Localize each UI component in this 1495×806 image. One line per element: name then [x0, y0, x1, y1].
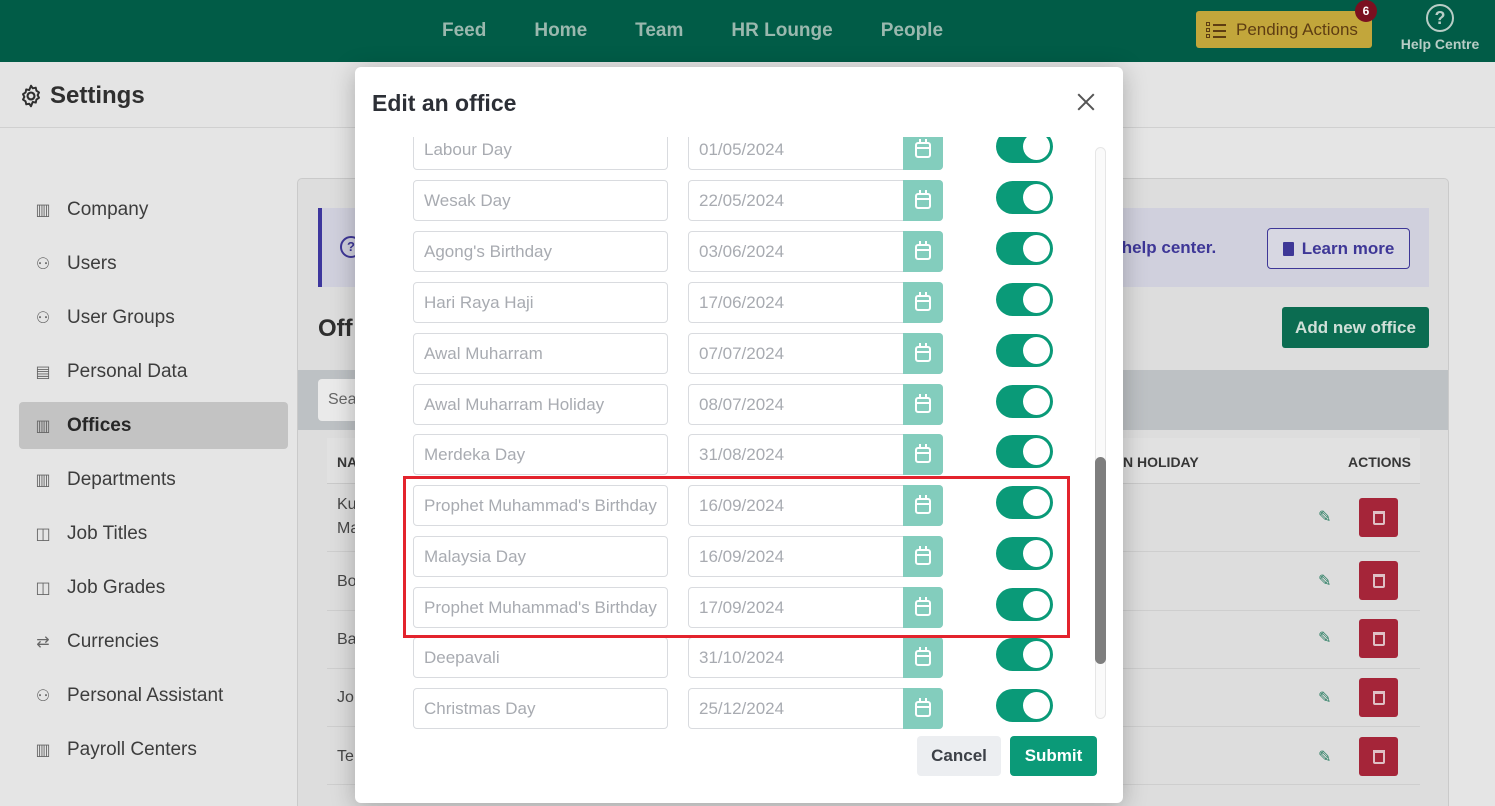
- nav-people[interactable]: People: [857, 20, 967, 42]
- edit-office-modal: Edit an office Labour Day 01/05/2024 Wes…: [355, 67, 1123, 803]
- holiday-name-input[interactable]: Awal Muharram: [413, 333, 668, 374]
- pending-actions-label: Pending Actions: [1236, 19, 1358, 39]
- calendar-icon: [915, 240, 931, 260]
- holiday-row: Wesak Day 22/05/2024: [355, 180, 1123, 221]
- holiday-toggle[interactable]: [996, 283, 1053, 316]
- holiday-name-input[interactable]: Christmas Day: [413, 688, 668, 729]
- holiday-toggle[interactable]: [996, 435, 1053, 468]
- holiday-toggle[interactable]: [996, 638, 1053, 671]
- holiday-row: Labour Day 01/05/2024: [355, 137, 1123, 170]
- holiday-row: Awal Muharram 07/07/2024: [355, 333, 1123, 374]
- holiday-row: Awal Muharram Holiday 08/07/2024: [355, 384, 1123, 425]
- date-picker-button[interactable]: [903, 434, 943, 475]
- calendar-icon: [915, 189, 931, 209]
- nav-hr-lounge[interactable]: HR Lounge: [707, 20, 856, 42]
- holiday-toggle[interactable]: [996, 181, 1053, 214]
- calendar-icon: [915, 342, 931, 362]
- date-picker-button[interactable]: [903, 333, 943, 374]
- calendar-icon: [915, 291, 931, 311]
- submit-button[interactable]: Submit: [1010, 736, 1097, 776]
- holiday-row: Agong's Birthday 03/06/2024: [355, 231, 1123, 272]
- date-picker-button[interactable]: [903, 688, 943, 729]
- calendar-icon: [915, 443, 931, 463]
- pending-actions-button[interactable]: Pending Actions: [1196, 11, 1372, 48]
- date-picker-button[interactable]: [903, 180, 943, 221]
- holiday-toggle[interactable]: [996, 137, 1053, 163]
- holiday-row: Hari Raya Haji 17/06/2024: [355, 282, 1123, 323]
- holiday-name-input[interactable]: Agong's Birthday: [413, 231, 668, 272]
- holiday-toggle[interactable]: [996, 689, 1053, 722]
- holiday-row: Merdeka Day 31/08/2024: [355, 434, 1123, 475]
- holiday-row: Deepavali 31/10/2024: [355, 637, 1123, 678]
- help-icon: ?: [1426, 4, 1454, 32]
- holiday-name-input[interactable]: Wesak Day: [413, 180, 668, 221]
- holiday-toggle[interactable]: [996, 385, 1053, 418]
- calendar-icon: [915, 138, 931, 158]
- help-centre-label: Help Centre: [1400, 36, 1480, 52]
- holiday-name-input[interactable]: Deepavali: [413, 637, 668, 678]
- highlight-annotation-box: [403, 476, 1070, 638]
- calendar-icon: [915, 697, 931, 717]
- holiday-row: Christmas Day 25/12/2024: [355, 688, 1123, 729]
- calendar-icon: [915, 646, 931, 666]
- nav-feed[interactable]: Feed: [418, 20, 510, 42]
- pending-count-badge: 6: [1355, 0, 1377, 22]
- help-centre-button[interactable]: ? Help Centre: [1398, 4, 1482, 52]
- date-picker-button[interactable]: [903, 637, 943, 678]
- main-nav: Feed Home Team HR Lounge People: [418, 0, 967, 62]
- holiday-toggle[interactable]: [996, 334, 1053, 367]
- nav-home[interactable]: Home: [510, 20, 611, 42]
- date-picker-button[interactable]: [903, 231, 943, 272]
- holiday-name-input[interactable]: Awal Muharram Holiday: [413, 384, 668, 425]
- holiday-name-input[interactable]: Labour Day: [413, 137, 668, 170]
- calendar-icon: [915, 393, 931, 413]
- cancel-button[interactable]: Cancel: [917, 736, 1001, 776]
- checklist-icon: [1206, 21, 1226, 38]
- date-picker-button[interactable]: [903, 282, 943, 323]
- holiday-name-input[interactable]: Hari Raya Haji: [413, 282, 668, 323]
- holiday-name-input[interactable]: Merdeka Day: [413, 434, 668, 475]
- holiday-list[interactable]: Labour Day 01/05/2024 Wesak Day 22/05/20…: [355, 137, 1123, 789]
- holiday-toggle[interactable]: [996, 232, 1053, 265]
- modal-title: Edit an office: [372, 90, 517, 116]
- date-picker-button[interactable]: [903, 137, 943, 170]
- scrollbar-thumb[interactable]: [1095, 457, 1106, 664]
- close-icon[interactable]: [1073, 89, 1099, 115]
- date-picker-button[interactable]: [903, 384, 943, 425]
- nav-team[interactable]: Team: [611, 20, 707, 42]
